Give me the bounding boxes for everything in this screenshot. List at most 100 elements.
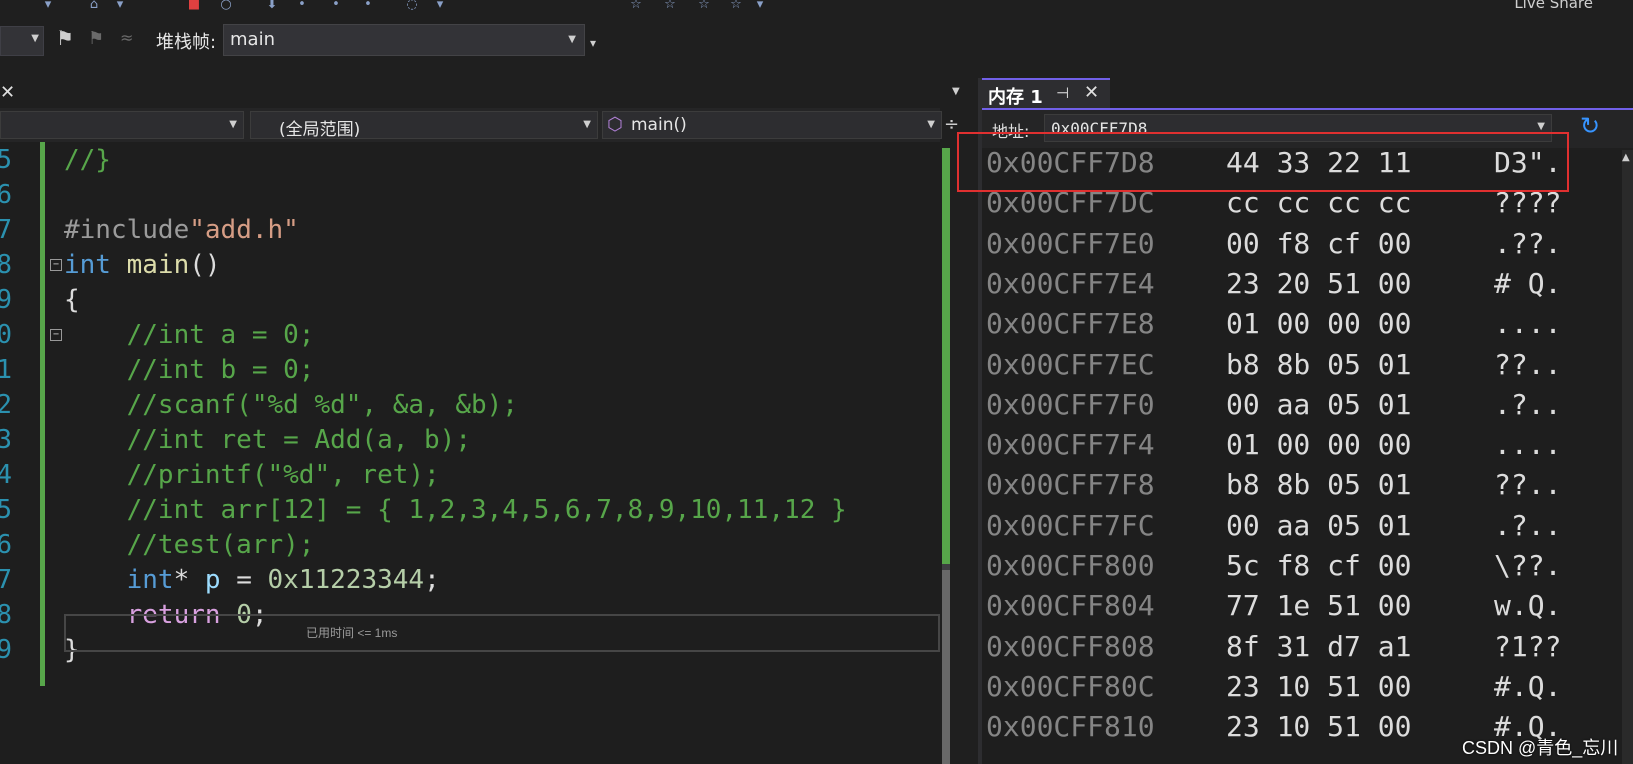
memory-ascii: .... [1494, 428, 1562, 462]
code-line[interactable]: 5 //int arr[12] = { 1,2,3,4,5,6,7,8,9,10… [0, 492, 940, 528]
line-number: 9 [0, 635, 12, 665]
code-line[interactable]: 6 //test(arr); [0, 527, 940, 563]
flag-threads-icon[interactable]: ⚑ [88, 28, 104, 49]
code-token: //printf("%d", ret); [64, 460, 440, 490]
memory-bytes: 23 10 51 00 [1226, 710, 1412, 744]
memory-row[interactable]: 0x00CFF80C 23 10 51 00 #.Q. [986, 666, 1616, 708]
code-line[interactable]: 2 //scanf("%d %d", &a, &b); [0, 387, 940, 423]
step-into-icon[interactable]: ⬇ [264, 0, 280, 12]
code-token: int [126, 565, 174, 595]
code-token: "add.h" [189, 215, 299, 245]
code-token: 0x11223344 [267, 565, 425, 595]
code-token: int [64, 250, 111, 280]
bookmark-prev-icon[interactable]: ☆ [662, 0, 678, 12]
toolbar-overflow-icon[interactable]: ▾ [590, 36, 596, 50]
hot-reload-icon[interactable]: ◌ [404, 0, 420, 12]
project-combo[interactable]: ▼ [0, 111, 244, 139]
memory-view[interactable]: 0x00CFF7D8 44 33 22 11 D3". 0x00CFF7DC cc cc… [982, 150, 1622, 764]
code-text: int main() [64, 247, 221, 283]
code-line[interactable]: 9{ [0, 282, 940, 318]
code-text: #include"add.h" [64, 212, 299, 248]
scope-combo[interactable]: (全局范围) ▼ [250, 111, 598, 140]
code-text: //int a = 0; [64, 317, 315, 353]
code-text: //} [64, 142, 111, 178]
memory-row[interactable]: 0x00CFF804 77 1e 51 00 w.Q. [986, 585, 1616, 627]
code-token: //test(arr); [64, 530, 315, 560]
tab-memory-1[interactable]: 内存 1 ⊣ ✕ [982, 78, 1110, 108]
memory-row[interactable]: 0x00CFF7F4 01 00 00 00.... [986, 424, 1616, 466]
code-line[interactable]: 5 //} [0, 142, 940, 178]
bookmark-clear-icon[interactable]: ☆ [728, 0, 744, 12]
main-toolbar: ▾ ⌂ ▾ ■ ○ ⬇ • • • ◌ ▾ ☆ ☆ ☆ ☆ ▾ Live Sha… [0, 0, 1633, 16]
stack-frame-combo[interactable]: main ▼ [223, 24, 585, 56]
stack-frame-label: 堆栈帧: [156, 32, 217, 53]
scope-value: (全局范围) [279, 120, 361, 140]
close-icon[interactable]: ✕ [0, 82, 15, 103]
code-token: //int ret = Add(a, b); [64, 425, 471, 455]
code-line[interactable]: 0 //int a = 0; [0, 317, 940, 353]
memory-ascii: \??. [1494, 549, 1562, 582]
memory-row[interactable]: 0x00CFF7EC b8 8b 05 01??.. [986, 344, 1616, 386]
chevron-down-icon[interactable]: ▾ [752, 0, 768, 12]
refresh-icon[interactable]: ↻ [1580, 112, 1600, 140]
line-number: 8 [0, 250, 12, 280]
memory-row[interactable]: 0x00CFF7FC 00 aa 05 01.?.. [986, 505, 1616, 547]
show-threads-icon[interactable]: ≈ [120, 28, 133, 47]
code-line[interactable]: 8 int main() [0, 247, 940, 283]
code-line[interactable]: 7 #include"add.h" [0, 212, 940, 248]
code-line[interactable]: 3 //int ret = Add(a, b); [0, 422, 940, 458]
memory-ascii: .... [1494, 307, 1562, 341]
code-line[interactable]: 1 //int b = 0; [0, 352, 940, 388]
step-out-icon[interactable]: • [328, 0, 344, 12]
change-tracking-bar [40, 142, 45, 686]
code-editor[interactable]: 5//} 6 7 #include"add.h" 8 int main() 9{0 //in… [0, 142, 940, 764]
memory-row[interactable]: 0x00CFF808 8f 31 d7 a1 ?1?? [986, 626, 1616, 668]
editor-tab-bar: ✕ ▼ [0, 78, 970, 108]
collapse-icon[interactable]: − [50, 329, 62, 341]
live-share-button[interactable]: Live Share [1514, 0, 1593, 12]
step-over-icon[interactable]: • [294, 0, 310, 12]
code-token: () [189, 250, 221, 280]
scrollbar-thumb[interactable] [942, 570, 950, 764]
stack-frame-value: main [230, 29, 275, 50]
stop-icon[interactable]: ■ [186, 0, 202, 12]
memory-address: 0x00CFF808 [986, 629, 1155, 663]
memory-address: 0x00CFF804 [986, 589, 1155, 623]
memory-bytes: b8 8b 05 01 [1226, 347, 1412, 381]
line-number: 6 [0, 180, 12, 210]
code-token: //int arr[12] = { 1,2,3,4,5,6,7,8,9,10,1… [64, 495, 847, 525]
thread-combo[interactable]: ▼ [0, 26, 44, 56]
line-number: 5 [0, 495, 12, 525]
memory-row[interactable]: 0x00CFF7E8 01 00 00 00.... [986, 303, 1616, 345]
chevron-down-icon[interactable]: ▾ [432, 0, 448, 12]
close-icon[interactable]: ✕ [1084, 82, 1099, 103]
pin-icon[interactable]: ⊣ [1056, 84, 1069, 102]
editor-navigation-bar: ▼ (全局范围) ▼ ⬡ main() ▼ ÷ [0, 108, 959, 143]
step-back-icon[interactable]: • [360, 0, 376, 12]
memory-row[interactable]: 0x00CFF7F8 b8 8b 05 01??.. [986, 464, 1616, 506]
flag-icon[interactable]: ⚑ [56, 26, 74, 50]
bookmark-next-icon[interactable]: ☆ [696, 0, 712, 12]
collapse-icon[interactable]: − [50, 259, 62, 271]
bookmark-icon[interactable]: ☆ [628, 0, 644, 12]
memory-row[interactable]: 0x00CFF7E0 00 f8 cf 00.??. [986, 223, 1616, 265]
memory-address: 0x00CFF7EC [986, 347, 1155, 381]
restart-icon[interactable]: ○ [218, 0, 234, 12]
memory-row[interactable]: 0x00CFF800 5c f8 cf 00 \??. [986, 545, 1616, 587]
code-line[interactable]: 6 [0, 177, 940, 213]
code-line[interactable]: 4 //printf("%d", ret); [0, 457, 940, 493]
memory-bytes: 01 00 00 00 [1226, 307, 1412, 341]
scroll-up-icon[interactable]: ▲ [1622, 152, 1630, 163]
memory-ascii: #.Q. [1494, 669, 1562, 703]
toolbar-icon[interactable]: ⌂ [86, 0, 102, 12]
memory-row[interactable]: 0x00CFF7F0 00 aa 05 01.?.. [986, 384, 1616, 426]
chevron-down-icon[interactable]: ▾ [112, 0, 128, 12]
code-line[interactable]: 7 int* p = 0x11223344; [0, 562, 940, 598]
tab-list-dropdown-icon[interactable]: ▼ [952, 86, 960, 97]
toolbar-icon[interactable]: ▾ [40, 0, 56, 12]
scrollbar-change-marks [942, 148, 950, 564]
member-combo[interactable]: ⬡ main() ▼ [602, 111, 942, 139]
memory-row[interactable]: 0x00CFF7E4 23 20 51 00 # Q. [986, 263, 1616, 305]
memory-scrollbar[interactable] [1622, 150, 1633, 764]
